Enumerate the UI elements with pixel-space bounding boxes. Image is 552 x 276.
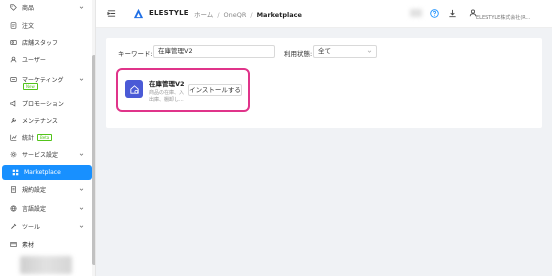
sidebar-item-materials[interactable]: 素材	[0, 237, 92, 252]
app-description-line2: 出庫、棚卸し...	[149, 97, 184, 103]
sidebar-item-label: 規約設定	[22, 187, 47, 194]
user-icon	[9, 56, 17, 64]
sidebar-item-label: Marketplace	[24, 169, 61, 176]
sidebar-item-label: メンテナンス	[22, 118, 58, 125]
sidebar-item-label: 統計	[22, 135, 35, 142]
new-badge: New	[23, 83, 38, 90]
sidebar-item-stats[interactable]: 統計 Beta	[0, 130, 92, 145]
sidebar-scrollbar-thumb[interactable]	[92, 55, 95, 265]
download-icon[interactable]	[448, 9, 457, 18]
brand-logo-icon	[133, 8, 144, 19]
promotion-icon	[9, 100, 17, 108]
sidebar-item-marketing[interactable]: マーケティング	[0, 72, 92, 87]
maintenance-icon	[9, 117, 17, 125]
sidebar-item-label: ユーザー	[22, 57, 46, 64]
keyword-label: キーワード:	[118, 50, 153, 58]
account-name[interactable]: ELESTYLE株式会社(R...	[476, 14, 530, 21]
app-description: 商品の在庫、入	[149, 90, 185, 96]
sidebar-item-maintenance[interactable]: メンテナンス	[0, 113, 92, 128]
brand-name: ELESTYLE	[149, 9, 189, 17]
menu-toggle-icon[interactable]	[107, 9, 116, 18]
inventory-app-icon	[125, 80, 143, 98]
sidebar-item-staff[interactable]: 店舗スタッフ	[0, 35, 92, 50]
sidebar-item-label: 店舗スタッフ	[22, 40, 59, 47]
sidebar-item-marketplace[interactable]: Marketplace	[2, 165, 92, 180]
status-label: 利用状態:	[284, 50, 313, 58]
breadcrumb-oneqr[interactable]: OneQR	[224, 11, 247, 19]
chevron-down-icon	[79, 188, 84, 191]
terms-icon	[9, 186, 17, 194]
tool-icon	[9, 223, 17, 231]
header-obscured-item	[410, 9, 422, 17]
sidebar-item-orders[interactable]: 注文	[0, 18, 92, 33]
tag-icon	[9, 4, 17, 12]
app-tile[interactable]: 在庫管理V2 商品の在庫、入 出庫、棚卸し... インストールする	[116, 68, 250, 112]
help-icon[interactable]	[430, 9, 439, 18]
sidebar-item-label: 素材	[22, 242, 35, 249]
sidebar-item-language[interactable]: 言語設定	[0, 201, 92, 216]
chevron-down-icon	[367, 50, 372, 53]
top-header: ELESTYLE ホーム / OneQR / Marketplace ELESTYLE株…	[96, 0, 552, 28]
marketplace-icon	[11, 169, 19, 177]
sidebar-item-promotion[interactable]: プロモーション	[0, 96, 92, 111]
user-profile-area[interactable]	[20, 256, 72, 274]
sidebar-item-label: プロモーション	[22, 101, 64, 108]
order-icon	[9, 22, 17, 30]
sidebar-item-tools[interactable]: ツール	[0, 219, 92, 234]
breadcrumb: ホーム / OneQR / Marketplace	[194, 11, 302, 19]
breadcrumb-current: Marketplace	[256, 11, 302, 19]
material-icon	[9, 241, 17, 249]
sidebar-item-label: 商品	[22, 5, 35, 12]
chevron-down-icon	[79, 207, 84, 210]
chevron-down-icon	[79, 78, 84, 81]
status-select[interactable]: 全て	[313, 45, 377, 58]
sidebar-item-terms[interactable]: 規約設定	[0, 182, 92, 197]
beta-badge: Beta	[37, 134, 53, 141]
chevron-down-icon	[79, 225, 84, 228]
install-button[interactable]: インストールする	[188, 84, 242, 96]
chevron-down-icon	[79, 6, 84, 9]
sidebar-item-label: ツール	[22, 224, 41, 231]
sidebar-item-service-settings[interactable]: サービス設定	[0, 147, 92, 162]
app-name: 在庫管理V2	[149, 80, 185, 88]
sidebar-item-products[interactable]: 商品	[0, 0, 92, 15]
sidebar-item-label: 注文	[22, 23, 35, 30]
sidebar-item-label: サービス設定	[22, 152, 59, 159]
breadcrumb-home[interactable]: ホーム	[194, 11, 213, 19]
marketplace-card: キーワード: 在庫管理V2 利用状態: 全て 在庫管理V2 商品の在庫、入 出庫…	[106, 38, 542, 128]
sidebar-item-users[interactable]: ユーザー	[0, 52, 92, 67]
gear-icon	[9, 151, 17, 159]
chevron-down-icon	[79, 153, 84, 156]
stats-icon	[9, 134, 17, 142]
sidebar: 商品 注文 店舗スタッフ ユーザー マーケティング New プロモーション メン…	[0, 0, 96, 276]
sidebar-item-label: 言語設定	[22, 206, 47, 213]
language-icon	[9, 205, 17, 213]
keyword-input[interactable]: 在庫管理V2	[153, 45, 275, 58]
status-select-value: 全て	[318, 47, 331, 55]
staff-icon	[9, 39, 17, 47]
marketing-icon	[9, 76, 17, 84]
